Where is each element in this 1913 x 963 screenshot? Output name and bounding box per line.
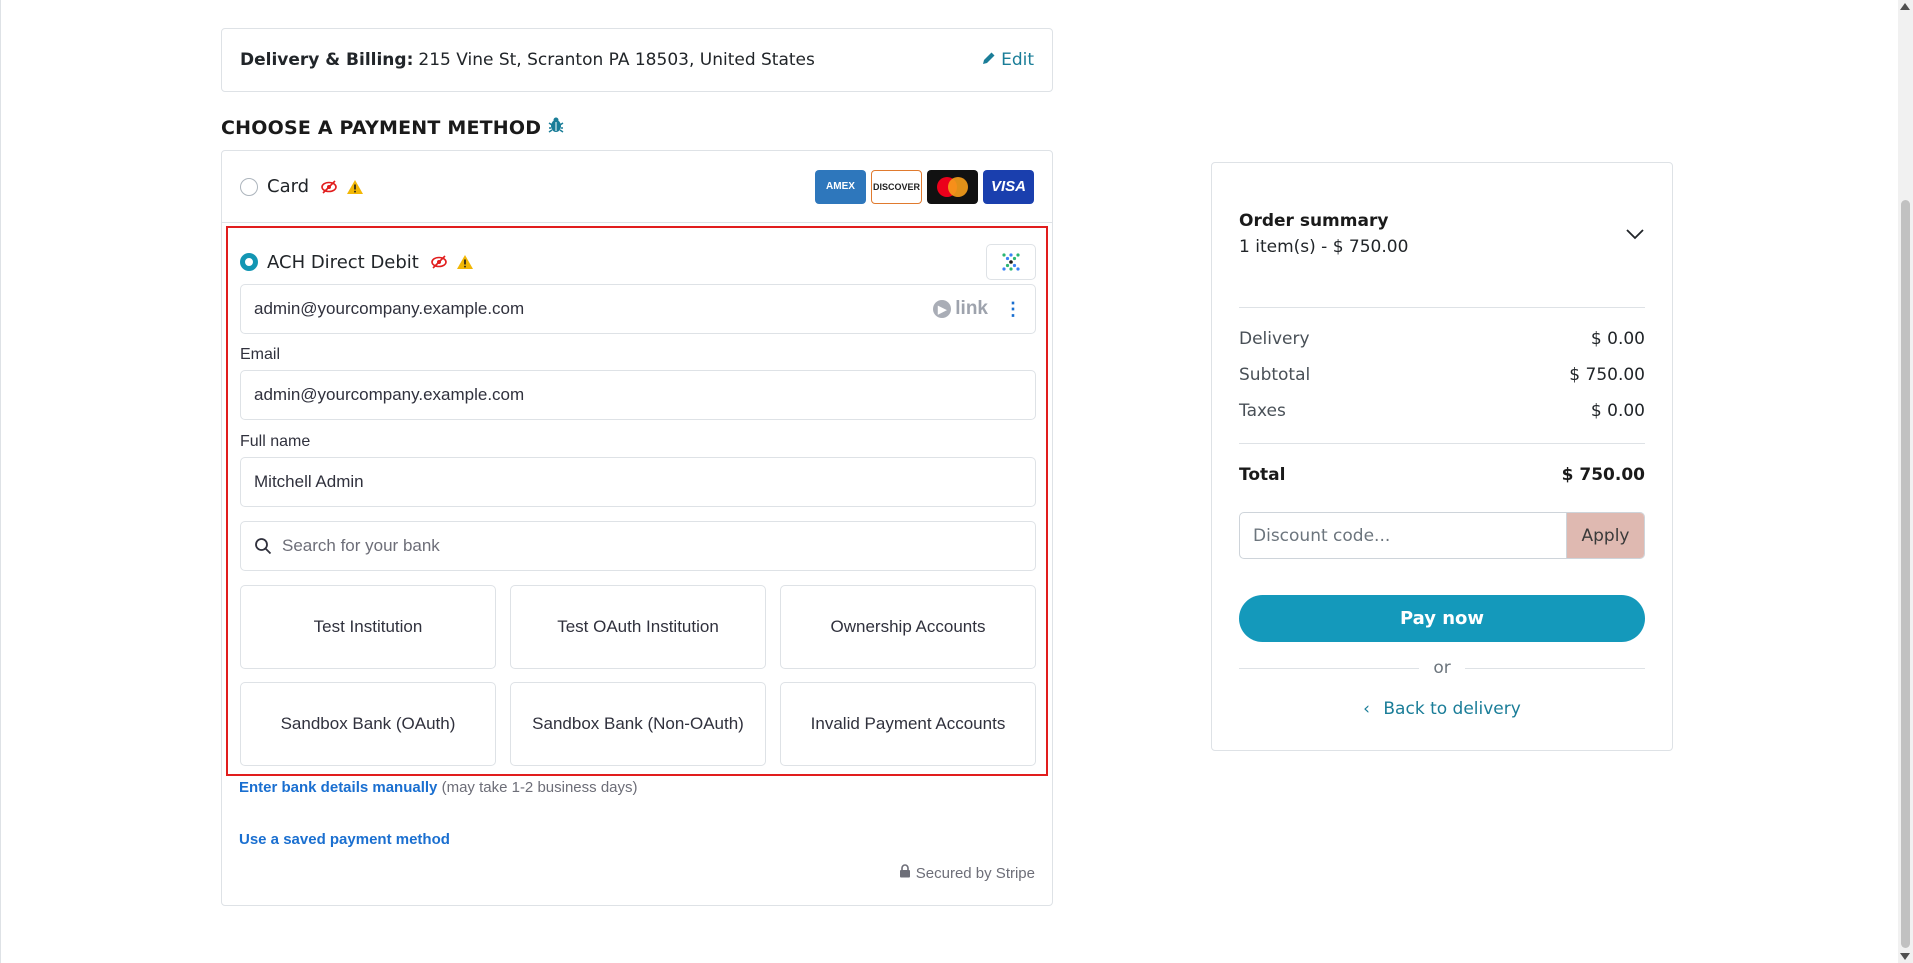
link-logo: ▶ link — [933, 298, 988, 320]
bank-link-badge-icon — [986, 244, 1036, 280]
bank-tile[interactable]: Sandbox Bank (OAuth) — [240, 682, 496, 766]
pay-now-button[interactable]: Pay now — [1239, 595, 1645, 642]
eye-slash-icon — [429, 252, 449, 272]
summary-row-delivery: Delivery $ 0.00 — [1239, 329, 1645, 349]
summary-row-label: Taxes — [1239, 401, 1286, 421]
summary-row-taxes: Taxes $ 0.00 — [1239, 401, 1645, 421]
bank-tile[interactable]: Ownership Accounts — [780, 585, 1036, 669]
bank-tile[interactable]: Sandbox Bank (Non-OAuth) — [510, 682, 766, 766]
delivery-billing-box: Delivery & Billing: 215 Vine St, Scranto… — [221, 28, 1053, 92]
or-separator: or — [1239, 658, 1646, 678]
link-email-value: admin@yourcompany.example.com — [254, 299, 525, 318]
use-saved-payment-link[interactable]: Use a saved payment method — [239, 831, 450, 848]
divider — [1239, 307, 1645, 308]
fullname-label: Full name — [240, 433, 311, 450]
email-value: admin@yourcompany.example.com — [254, 385, 525, 404]
eye-slash-icon — [319, 177, 339, 197]
secured-text: Secured by Stripe — [915, 864, 1035, 882]
ach-radio[interactable] — [240, 253, 258, 271]
ach-header[interactable]: ACH Direct Debit — [240, 244, 1036, 280]
link-email-field[interactable]: admin@yourcompany.example.com ▶ link ⋮ — [240, 284, 1036, 334]
back-to-delivery-link[interactable]: ‹ Back to delivery — [1239, 699, 1645, 719]
delivery-billing-label: Delivery & Billing: — [240, 50, 414, 70]
separator-line — [1464, 667, 1646, 669]
bank-tile[interactable]: Test OAuth Institution — [510, 585, 766, 669]
enter-bank-manually-link[interactable]: Enter bank details manually — [239, 779, 437, 796]
scroll-up-icon[interactable] — [1900, 3, 1910, 10]
summary-row-value: $ 750.00 — [1569, 365, 1645, 385]
separator-line — [1239, 667, 1420, 669]
bank-search-input[interactable]: Search for your bank — [240, 521, 1036, 571]
or-label: or — [1433, 658, 1451, 678]
lock-icon — [899, 864, 911, 882]
order-summary-panel: Order summary 1 item(s) - $ 750.00 Deliv… — [1211, 162, 1673, 751]
manual-entry-note: (may take 1-2 business days) — [441, 779, 638, 796]
bank-tile[interactable]: Test Institution — [240, 585, 496, 669]
ach-label: ACH Direct Debit — [267, 251, 419, 273]
page-left-border — [0, 0, 1, 963]
bank-tile[interactable]: Invalid Payment Accounts — [780, 682, 1036, 766]
bank-search-placeholder: Search for your bank — [282, 536, 440, 555]
back-to-delivery-label: Back to delivery — [1383, 699, 1521, 719]
summary-row-value: $ 0.00 — [1590, 401, 1645, 421]
pencil-icon — [982, 50, 996, 70]
payment-option-card[interactable]: Card AMEX DISCOVER VISA — [222, 151, 1052, 223]
summary-row-label: Delivery — [1239, 329, 1310, 349]
summary-row-label: Subtotal — [1239, 365, 1311, 385]
ach-direct-debit-option: ACH Direct Debit admin@yourcompany.examp… — [226, 226, 1048, 776]
warning-icon — [455, 252, 475, 272]
discount-code-input[interactable]: Discount code... — [1240, 513, 1566, 558]
order-summary-title: Order summary — [1239, 211, 1389, 231]
summary-row-value: $ 0.00 — [1590, 329, 1645, 349]
order-summary-header[interactable]: Order summary 1 item(s) - $ 750.00 — [1239, 211, 1645, 257]
edit-label: Edit — [1001, 50, 1034, 70]
order-summary-subtitle: 1 item(s) - $ 750.00 — [1239, 237, 1409, 257]
discover-logo-icon: DISCOVER — [871, 169, 922, 204]
fullname-value: Mitchell Admin — [254, 472, 364, 491]
edit-address-link[interactable]: Edit — [982, 50, 1034, 70]
warning-icon — [345, 177, 365, 197]
divider — [1239, 443, 1645, 444]
card-brand-logos: AMEX DISCOVER VISA — [815, 169, 1034, 204]
scroll-down-icon[interactable] — [1900, 953, 1910, 960]
search-icon — [254, 537, 272, 555]
chevron-left-icon: ‹ — [1363, 699, 1370, 719]
fullname-field[interactable]: Mitchell Admin — [240, 457, 1036, 507]
card-radio[interactable] — [240, 177, 258, 196]
delivery-address: 215 Vine St, Scranton PA 18503, United S… — [418, 50, 815, 70]
page-scrollbar[interactable] — [1898, 0, 1913, 963]
summary-row-total: Total $ 750.00 — [1239, 465, 1645, 485]
amex-logo-icon: AMEX — [815, 169, 866, 204]
card-label: Card — [267, 176, 310, 197]
payment-section-title-text: CHOOSE A PAYMENT METHOD — [221, 116, 542, 139]
total-label: Total — [1239, 465, 1286, 485]
scrollbar-thumb[interactable] — [1901, 200, 1910, 948]
mastercard-logo-icon — [927, 169, 978, 204]
manual-bank-entry: Enter bank details manually (may take 1-… — [239, 779, 638, 796]
chevron-down-icon[interactable] — [1625, 225, 1645, 244]
summary-row-subtotal: Subtotal $ 750.00 — [1239, 365, 1645, 385]
link-logo-text: link — [955, 298, 988, 319]
payment-methods-panel: Card AMEX DISCOVER VISA ACH Direct Debit — [221, 150, 1053, 906]
payment-section-title: CHOOSE A PAYMENT METHOD — [221, 116, 565, 139]
apply-discount-button[interactable]: Apply — [1566, 513, 1644, 558]
visa-logo-icon: VISA — [983, 169, 1034, 204]
secured-by-stripe: Secured by Stripe — [899, 864, 1035, 882]
play-circle-icon: ▶ — [933, 300, 952, 318]
bug-icon — [547, 116, 565, 139]
total-value: $ 750.00 — [1561, 465, 1645, 485]
email-label: Email — [240, 346, 281, 363]
kebab-menu-icon[interactable]: ⋮ — [1004, 299, 1022, 320]
email-field[interactable]: admin@yourcompany.example.com — [240, 370, 1036, 420]
discount-group: Discount code... Apply — [1239, 512, 1645, 559]
